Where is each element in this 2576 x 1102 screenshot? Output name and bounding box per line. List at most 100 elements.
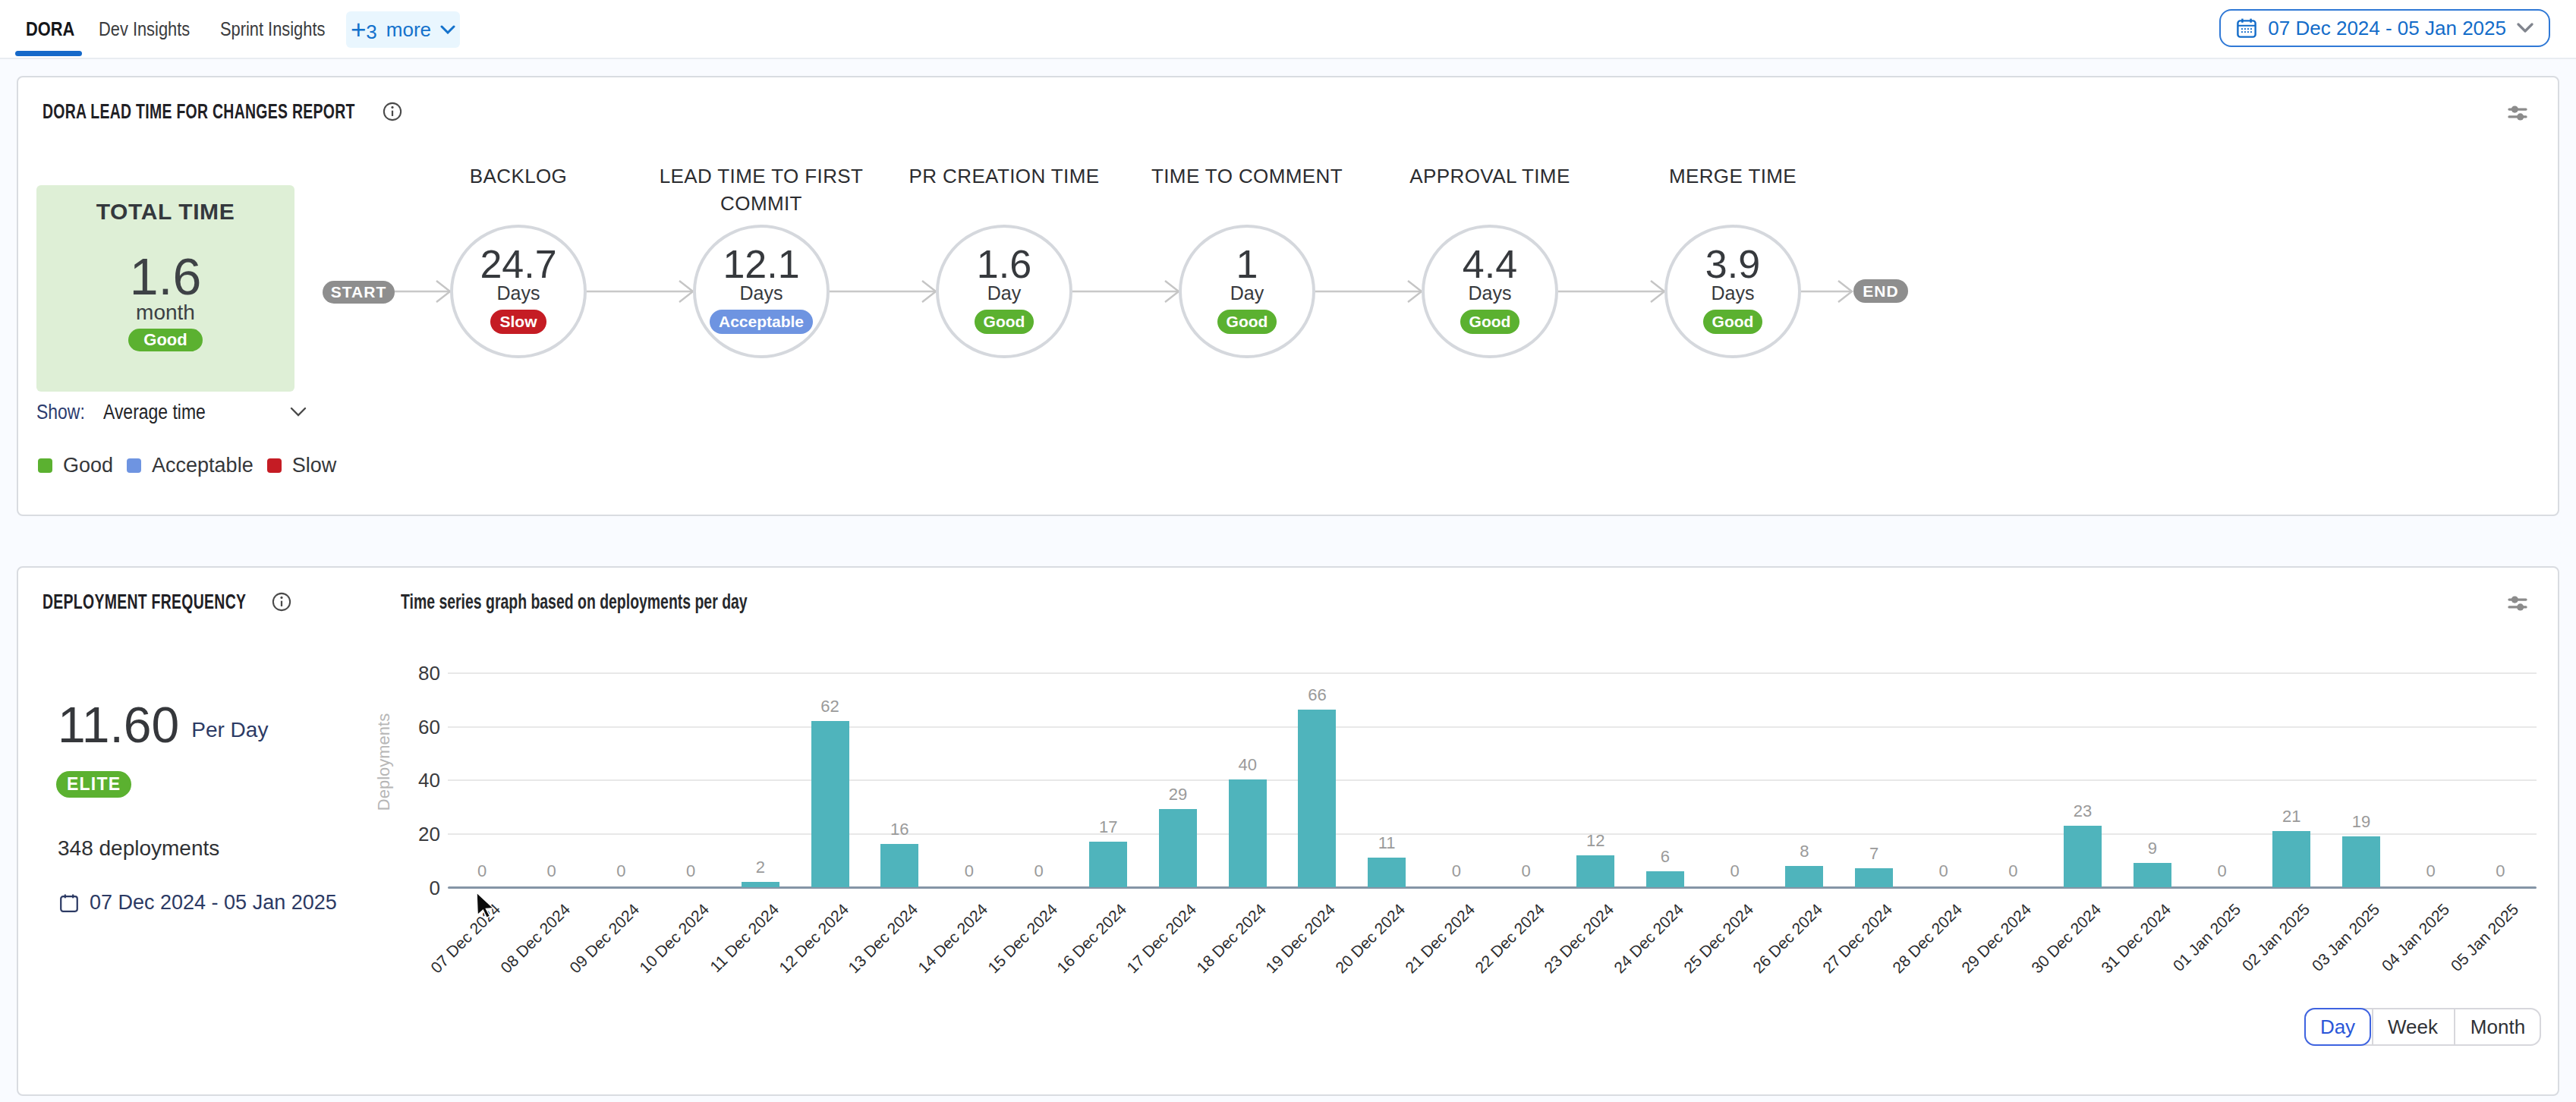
gridline bbox=[448, 726, 2537, 728]
y-axis-title: Deployments bbox=[374, 713, 394, 811]
more-tabs-count: +3 bbox=[351, 14, 377, 45]
toggle-week[interactable]: Week bbox=[2372, 1009, 2454, 1044]
tab-sprint-insights-label: Sprint Insights bbox=[220, 17, 325, 41]
bar-23-dec-2024 bbox=[1576, 855, 1614, 887]
legend-item-good: Good bbox=[38, 454, 113, 477]
bar-value-label: 11 bbox=[1356, 833, 1417, 853]
bar-value-label: 12 bbox=[1565, 831, 1626, 851]
bar-18-dec-2024 bbox=[1229, 779, 1267, 887]
lead-time-card-title-text: DORA LEAD TIME FOR CHANGES REPORT bbox=[43, 100, 355, 124]
bar-value-label: 40 bbox=[1217, 755, 1278, 775]
stage-label: TIME TO COMMENT bbox=[1133, 162, 1361, 190]
tab-dev-insights[interactable]: Dev Insights bbox=[99, 0, 207, 58]
stage-rating-badge: Good bbox=[1460, 310, 1520, 334]
deployment-frequency-card: DEPLOYMENT FREQUENCY Time series graph b… bbox=[17, 566, 2559, 1096]
more-tabs-label: more bbox=[386, 18, 431, 42]
total-time-unit: month bbox=[36, 301, 294, 325]
bar-11-dec-2024 bbox=[742, 882, 779, 887]
info-icon[interactable] bbox=[383, 102, 402, 121]
stage-value: 1 bbox=[1182, 244, 1312, 284]
rating-legend: Good Acceptable Slow bbox=[38, 454, 336, 477]
bar-value-label: 23 bbox=[2052, 801, 2113, 821]
total-time-box: TOTAL TIME 1.6 month Good bbox=[36, 185, 294, 392]
show-dropdown[interactable]: Show: Average time bbox=[36, 401, 307, 423]
stage-value: 12.1 bbox=[696, 244, 827, 284]
more-tabs-button[interactable]: +3 more bbox=[346, 11, 460, 48]
stage-rating-badge: Good bbox=[975, 310, 1034, 334]
bar-20-dec-2024 bbox=[1368, 858, 1406, 887]
toggle-week-label: Week bbox=[2388, 1015, 2438, 1039]
flow-end-node: END bbox=[1853, 279, 1908, 303]
stage-value: 3.9 bbox=[1667, 244, 1798, 284]
calendar-icon bbox=[2236, 17, 2257, 39]
bar-02-jan-2025 bbox=[2272, 831, 2310, 887]
total-time-rating-badge: Good bbox=[128, 329, 202, 351]
bar-17-dec-2024 bbox=[1159, 809, 1197, 887]
chevron-down-icon bbox=[440, 25, 455, 34]
y-tick-label: 0 bbox=[372, 877, 440, 900]
date-range-text: 07 Dec 2024 - 05 Jan 2025 bbox=[2268, 17, 2506, 40]
bar-value-label: 0 bbox=[1913, 861, 1974, 881]
chart-settings-icon[interactable] bbox=[2508, 105, 2527, 121]
bar-value-label: 66 bbox=[1286, 685, 1347, 705]
stage-circle-pr-creation-time: 1.6Day Good bbox=[936, 225, 1072, 358]
stage-label: MERGE TIME bbox=[1619, 162, 1847, 190]
legend-item-slow: Slow bbox=[267, 454, 337, 477]
legend-label: Slow bbox=[292, 454, 337, 477]
show-label: Show: bbox=[36, 401, 85, 424]
bar-value-label: 29 bbox=[1148, 785, 1208, 804]
bar-value-label: 0 bbox=[1009, 861, 1069, 881]
stage-label: APPROVAL TIME bbox=[1376, 162, 1604, 190]
tab-sprint-insights[interactable]: Sprint Insights bbox=[220, 0, 345, 58]
bar-19-dec-2024 bbox=[1298, 710, 1336, 887]
stage-circle-merge-time: 3.9DaysGood bbox=[1664, 225, 1801, 358]
toggle-day[interactable]: Day bbox=[2304, 1008, 2371, 1046]
bar-30-dec-2024 bbox=[2064, 826, 2102, 887]
bar-value-label: 8 bbox=[1774, 842, 1834, 861]
flow-end-label: END bbox=[1863, 282, 1898, 301]
chevron-down-icon bbox=[2517, 23, 2533, 33]
bar-value-label: 17 bbox=[1078, 817, 1138, 837]
stage-value: 1.6 bbox=[939, 244, 1069, 284]
stage-value: 4.4 bbox=[1425, 244, 1555, 284]
bar-value-label: 0 bbox=[521, 861, 582, 881]
y-tick-label: 80 bbox=[372, 662, 440, 685]
active-tab-underline bbox=[15, 51, 82, 56]
deployments-bar-chart: 020406080Deployments007 Dec 2024008 Dec … bbox=[18, 568, 2561, 1097]
stage-value: 24.7 bbox=[453, 244, 584, 284]
bar-value-label: 0 bbox=[1426, 861, 1487, 881]
date-range-picker[interactable]: 07 Dec 2024 - 05 Jan 2025 bbox=[2219, 9, 2550, 47]
legend-swatch bbox=[38, 458, 52, 473]
legend-label: Acceptable bbox=[152, 454, 254, 477]
gridline bbox=[448, 833, 2537, 835]
legend-swatch bbox=[267, 458, 282, 473]
bar-value-label: 16 bbox=[869, 820, 930, 839]
toggle-month[interactable]: Month bbox=[2454, 1009, 2542, 1044]
stage-circle-backlog: 24.7DaysSlow bbox=[450, 225, 587, 358]
stage-circle-lead-time-to-first-commit: 12.1DaysAcceptable bbox=[693, 225, 830, 358]
lead-time-card: DORA LEAD TIME FOR CHANGES REPORT TOTAL … bbox=[17, 76, 2559, 516]
bar-value-label: 6 bbox=[1635, 847, 1696, 867]
bar-31-dec-2024 bbox=[2134, 863, 2171, 887]
legend-swatch bbox=[127, 458, 141, 473]
bar-value-label: 62 bbox=[800, 697, 861, 716]
bar-value-label: 0 bbox=[452, 861, 512, 881]
bar-value-label: 0 bbox=[1705, 861, 1765, 881]
lead-time-card-title: DORA LEAD TIME FOR CHANGES REPORT bbox=[43, 100, 477, 124]
page: DORA Dev Insights Sprint Insights +3 mor… bbox=[0, 0, 2576, 1102]
tab-dora[interactable]: DORA bbox=[26, 0, 84, 58]
bar-value-label: 21 bbox=[2261, 807, 2322, 826]
stage-unit: Day bbox=[939, 282, 1069, 304]
stage-circle-approval-time: 4.4Days Good bbox=[1422, 225, 1558, 358]
chevron-down-icon bbox=[290, 407, 307, 417]
y-tick-label: 20 bbox=[372, 823, 440, 846]
stage-label: PR CREATION TIME bbox=[890, 162, 1118, 190]
stage-unit: Days bbox=[1425, 282, 1555, 304]
stage-rating-badge: Acceptable bbox=[710, 310, 813, 334]
bar-value-label: 0 bbox=[1982, 861, 2043, 881]
bar-value-label: 0 bbox=[590, 861, 651, 881]
stage-unit: Day bbox=[1182, 282, 1312, 304]
bar-03-jan-2025 bbox=[2342, 836, 2380, 887]
lead-time-flow: START END BACKLOG24.7DaysSlowLEAD TIME T… bbox=[18, 77, 2561, 518]
bar-value-label: 0 bbox=[1496, 861, 1557, 881]
